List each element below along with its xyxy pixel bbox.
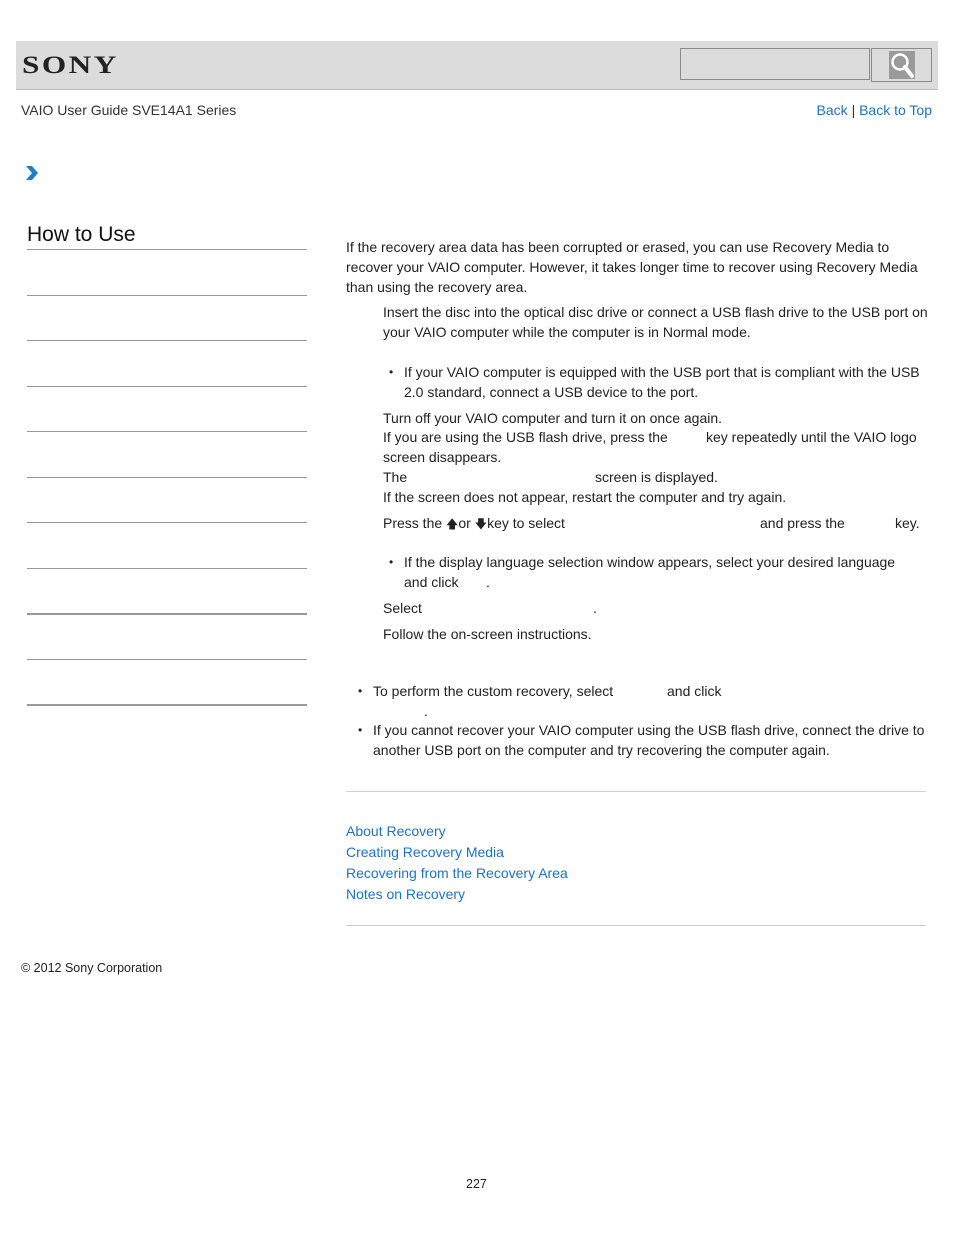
step-3-text-c: and press the [760,515,845,531]
page-number: 227 [466,1177,487,1191]
sidebar-title: How to Use [27,223,136,246]
step-3-note-c: . [486,574,490,590]
top-links: Back | Back to Top [817,102,932,118]
chevron-right-icon[interactable] [25,165,39,186]
step-4-b: . [593,600,597,616]
back-link[interactable]: Back [817,102,848,118]
related-link-about-recovery[interactable]: About Recovery [346,821,568,842]
step-3-text-a: Press the [383,515,443,531]
hint-1-b: and click [667,683,722,699]
hint-2: If you cannot recover your VAIO computer… [358,720,928,760]
divider [346,925,926,926]
step-3-text-b: key to select [487,515,565,531]
hint-1-c: . [424,703,428,719]
arrow-up-icon: 🡅 [446,517,459,531]
related-link-creating-recovery-media[interactable]: Creating Recovery Media [346,842,568,863]
sidebar-item[interactable] [27,659,307,660]
magnifier-icon [888,51,915,79]
step-2-line-3: screen disappears. [383,449,502,465]
header-bar: SONY [16,41,938,90]
step-2-line-4a: The [383,469,408,485]
step-3-note-b: and click [404,574,459,590]
sidebar-item[interactable] [27,386,307,387]
step-2-line-4b: screen is displayed. [595,469,718,485]
search-button[interactable] [871,48,932,82]
link-separator: | [851,102,856,118]
back-to-top-link[interactable]: Back to Top [859,102,932,118]
step-3-or: or [458,515,471,531]
step-2-line-1: Turn off your VAIO computer and turn it … [383,410,723,426]
sidebar-item[interactable] [27,340,307,341]
hint-1-a: To perform the custom recovery, select [358,681,613,701]
step-5: Follow the on-screen instructions. [383,626,592,642]
sidebar-item[interactable] [27,522,307,523]
step-2-line-2a: If you are using the USB flash drive, pr… [383,429,668,445]
arrow-down-icon: 🡇 [474,517,488,531]
sidebar-divider [27,249,307,250]
step-3-note-a: If the display language selection window… [389,552,928,572]
sidebar-item[interactable] [27,613,307,615]
sidebar-item[interactable] [27,477,307,478]
sidebar-item[interactable] [27,704,307,706]
guide-title: VAIO User Guide SVE14A1 Series [21,102,237,118]
step-1: Insert the disc into the optical disc dr… [383,304,928,340]
related-link-recovering-from-recovery-area[interactable]: Recovering from the Recovery Area [346,863,568,884]
step-3: Press the 🡅or 🡇key to select [383,513,565,534]
sidebar-item[interactable] [27,295,307,296]
search-input[interactable] [680,48,870,80]
intro-paragraph: If the recovery area data has been corru… [346,239,918,295]
related-topics: About Recovery Creating Recovery Media R… [346,821,568,905]
related-link-notes-on-recovery[interactable]: Notes on Recovery [346,884,568,905]
step-2-line-5: If the screen does not appear, restart t… [383,489,787,505]
step-3-text-d: key. [895,515,920,531]
step-4-a: Select [383,600,422,616]
step-1-note: If your VAIO computer is equipped with t… [389,362,928,402]
copyright: © 2012 Sony Corporation [21,961,163,975]
divider [346,791,926,792]
sidebar-item[interactable] [27,431,307,432]
sony-logo[interactable]: SONY [22,52,119,80]
step-2-line-2b: key repeatedly until the VAIO logo [706,429,917,445]
sidebar-item[interactable] [27,568,307,569]
